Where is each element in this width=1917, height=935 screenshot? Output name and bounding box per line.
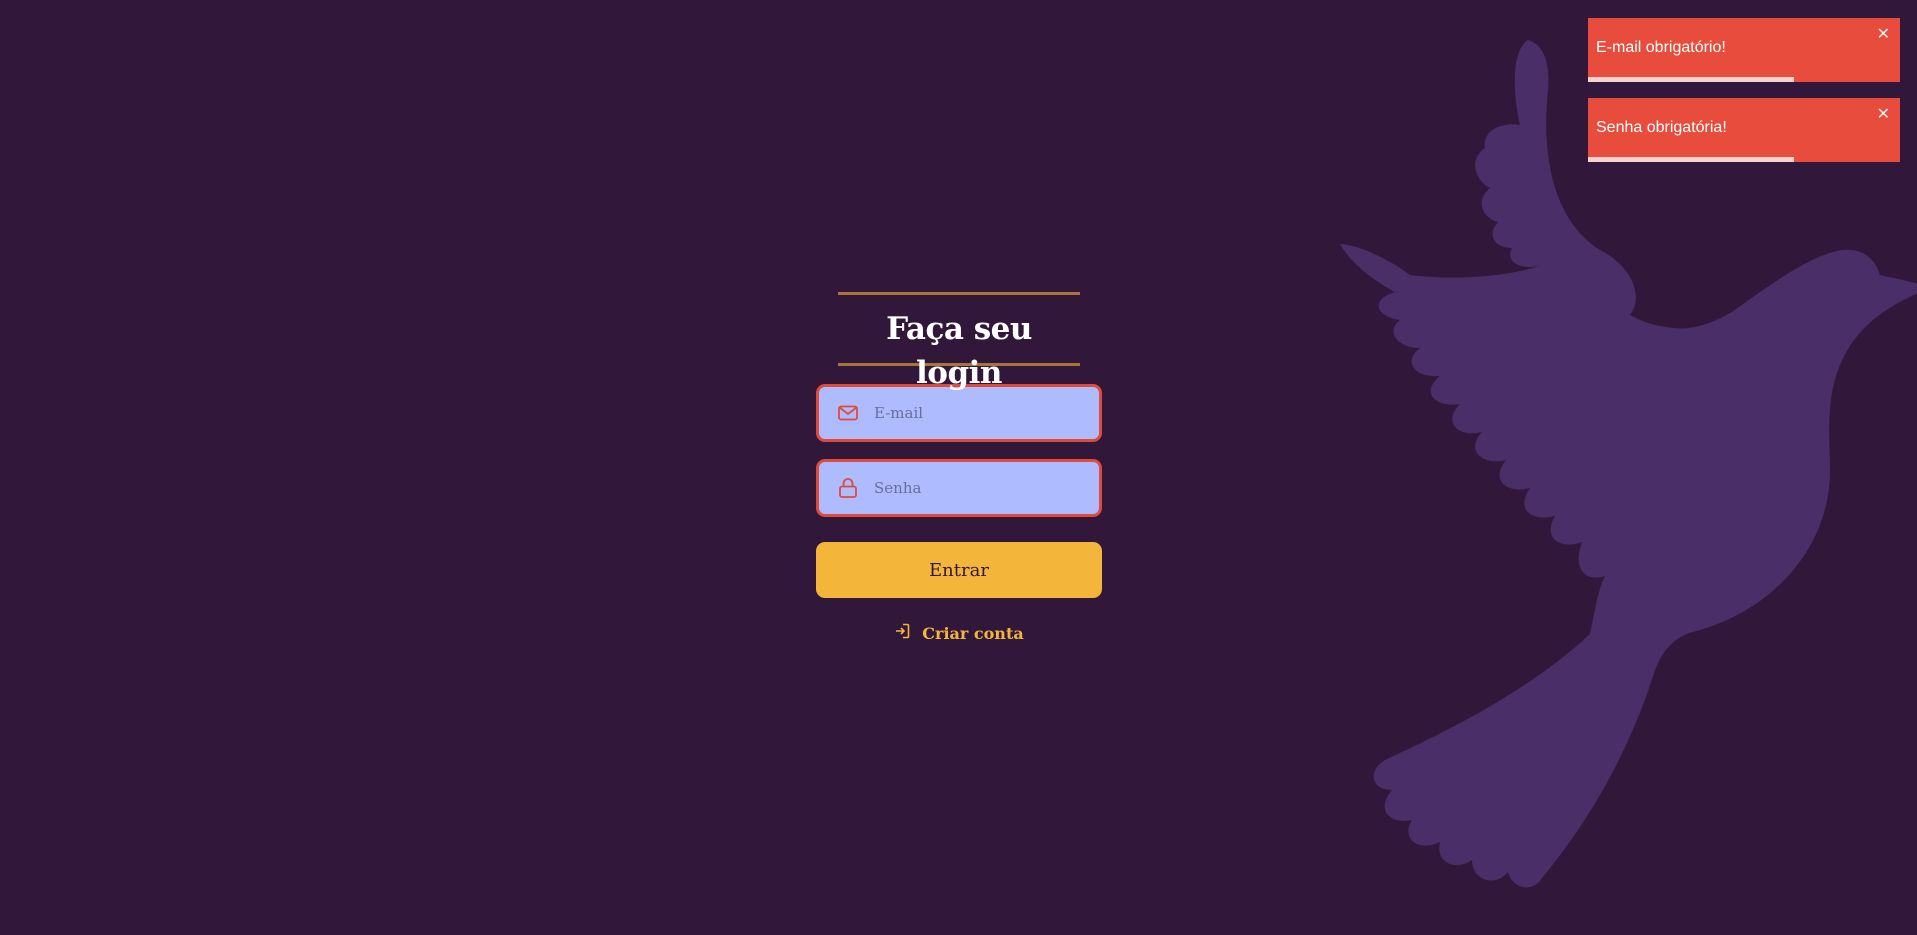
password-input[interactable] bbox=[872, 467, 1076, 509]
toast-progress-bar bbox=[1588, 157, 1794, 162]
toast-message: Senha obrigatória! bbox=[1596, 119, 1727, 136]
page-title: Faça seu login bbox=[886, 311, 1032, 391]
close-icon[interactable]: ✕ bbox=[1877, 104, 1890, 124]
toast-progress bbox=[1588, 77, 1900, 82]
email-field[interactable] bbox=[816, 384, 1102, 442]
email-input[interactable] bbox=[872, 392, 1076, 434]
login-form: Faça seu login Entrar Criar conta bbox=[816, 292, 1102, 643]
bird-logo bbox=[1340, 40, 1917, 888]
create-account-label: Criar conta bbox=[922, 623, 1024, 643]
submit-button[interactable]: Entrar bbox=[816, 542, 1102, 598]
toast-message: E-mail obrigatório! bbox=[1596, 39, 1726, 56]
log-in-icon bbox=[894, 623, 910, 643]
lock-icon bbox=[837, 477, 859, 499]
mail-icon bbox=[837, 402, 859, 424]
toast-progress bbox=[1588, 157, 1900, 162]
close-icon[interactable]: ✕ bbox=[1877, 24, 1890, 44]
toast-progress-bar bbox=[1588, 77, 1794, 82]
create-account-link[interactable]: Criar conta bbox=[816, 623, 1102, 643]
password-field[interactable] bbox=[816, 459, 1102, 517]
toast-email-required: E-mail obrigatório! ✕ bbox=[1588, 18, 1900, 82]
title-frame: Faça seu login bbox=[838, 292, 1080, 391]
toast-password-required: Senha obrigatória! ✕ bbox=[1588, 98, 1900, 162]
